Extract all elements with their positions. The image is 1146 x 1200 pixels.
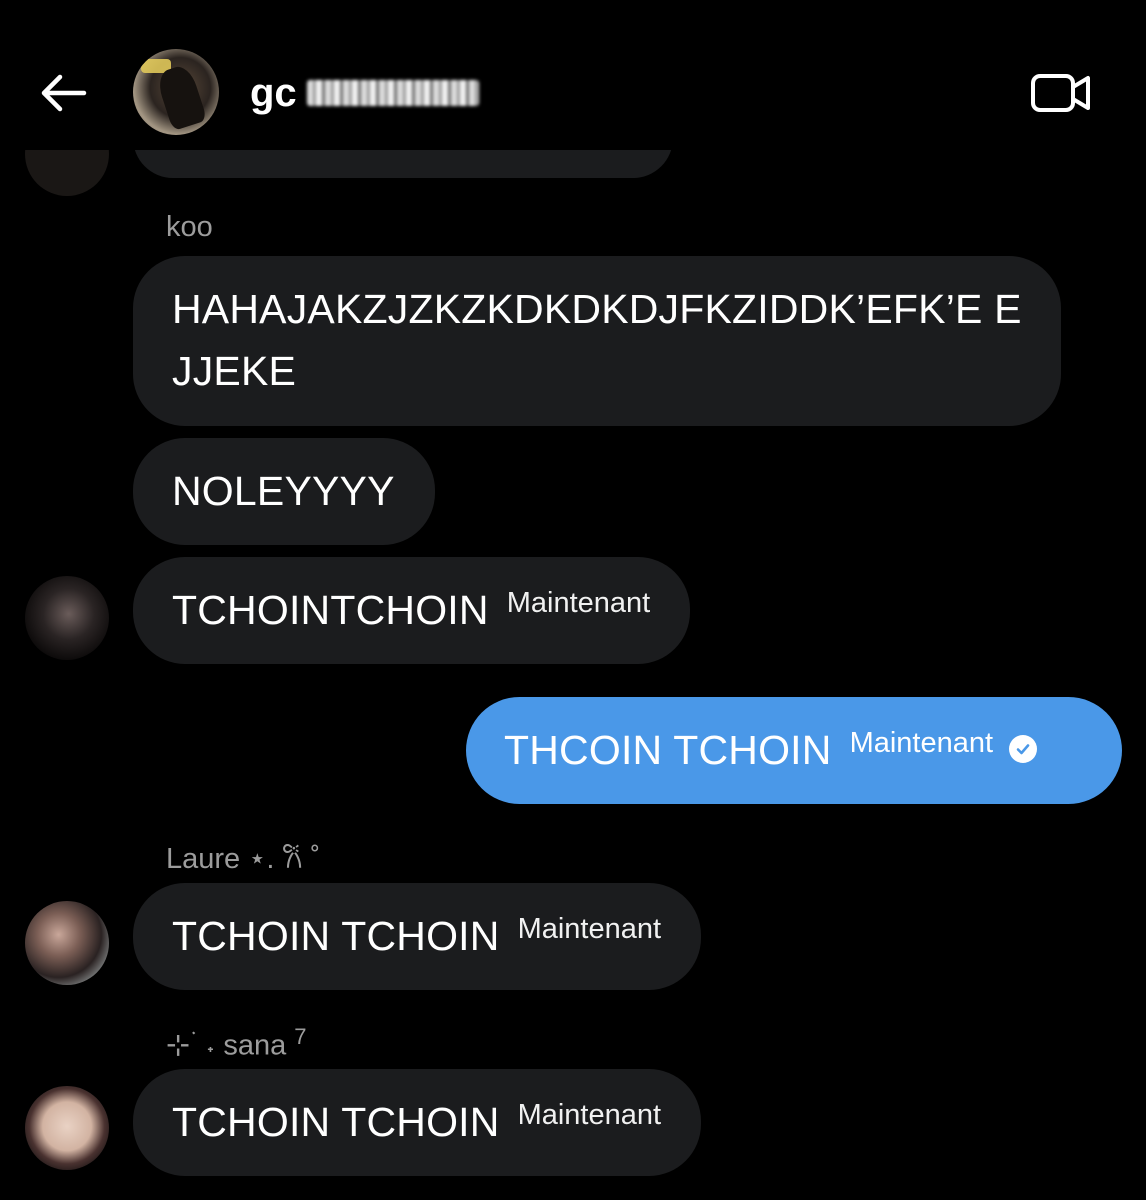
- message-text: TCHOIN TCHOIN: [172, 1099, 500, 1145]
- message-bubble[interactable]: TCHOINTCHOIN Maintenant: [133, 557, 691, 664]
- chat-header: gc: [0, 0, 1146, 150]
- message-text: NOLEYYYY: [172, 468, 395, 514]
- message-timestamp: Maintenant: [517, 913, 662, 945]
- sender-name-sana: ⊹ ࣪ ˖ sana 7: [166, 1024, 307, 1063]
- message-bubble[interactable]: HAHAJAKZJZKZKDKDKDJFKZIDDK’EFK’E EJJEKE: [133, 256, 1061, 426]
- avatar-laure[interactable]: [25, 901, 109, 985]
- own-message-bubble[interactable]: THCOIN TCHOIN Maintenant: [466, 697, 1122, 804]
- sender-badge: 7: [294, 1024, 307, 1049]
- chat-title-text: gc: [250, 70, 297, 115]
- chat-screen: gc koo HAHAJAKZJZKZKDKDKDJFKZIDDK’EFK’E …: [0, 0, 1146, 1200]
- video-call-button[interactable]: [1024, 64, 1098, 122]
- sender-name-text: ⊹ ࣪ ˖ sana: [166, 1029, 287, 1062]
- message-text: HAHAJAKZJZKZKDKDKDJFKZIDDK’EFK’E EJJEKE: [172, 286, 1022, 394]
- chat-title[interactable]: gc: [250, 68, 479, 118]
- redacted-title: [306, 80, 479, 106]
- message-timestamp: Maintenant: [849, 727, 994, 759]
- message-bubble[interactable]: NOLEYYYY: [133, 438, 435, 545]
- group-avatar[interactable]: [133, 49, 219, 135]
- sender-name-laure: Laure ⋆. 𐙚 ˚: [166, 843, 321, 875]
- avatar-sana[interactable]: [25, 1086, 109, 1170]
- message-bubble[interactable]: TCHOIN TCHOIN Maintenant: [133, 1069, 702, 1176]
- message-bubble[interactable]: TCHOIN TCHOIN Maintenant: [133, 883, 702, 990]
- check-circle-icon: [1009, 735, 1038, 763]
- message-text: THCOIN TCHOIN: [504, 727, 832, 773]
- avatar-koo[interactable]: [25, 576, 109, 660]
- message-timestamp: Maintenant: [506, 587, 651, 619]
- message-text: TCHOINTCHOIN: [172, 587, 489, 633]
- arrow-left-icon: [41, 74, 87, 112]
- sender-name-koo: koo: [166, 211, 213, 243]
- video-camera-icon: [1031, 74, 1090, 112]
- message-timestamp: Maintenant: [517, 1099, 662, 1131]
- message-text: TCHOIN TCHOIN: [172, 913, 500, 959]
- avatar-detail: [154, 62, 208, 132]
- back-button[interactable]: [30, 62, 96, 124]
